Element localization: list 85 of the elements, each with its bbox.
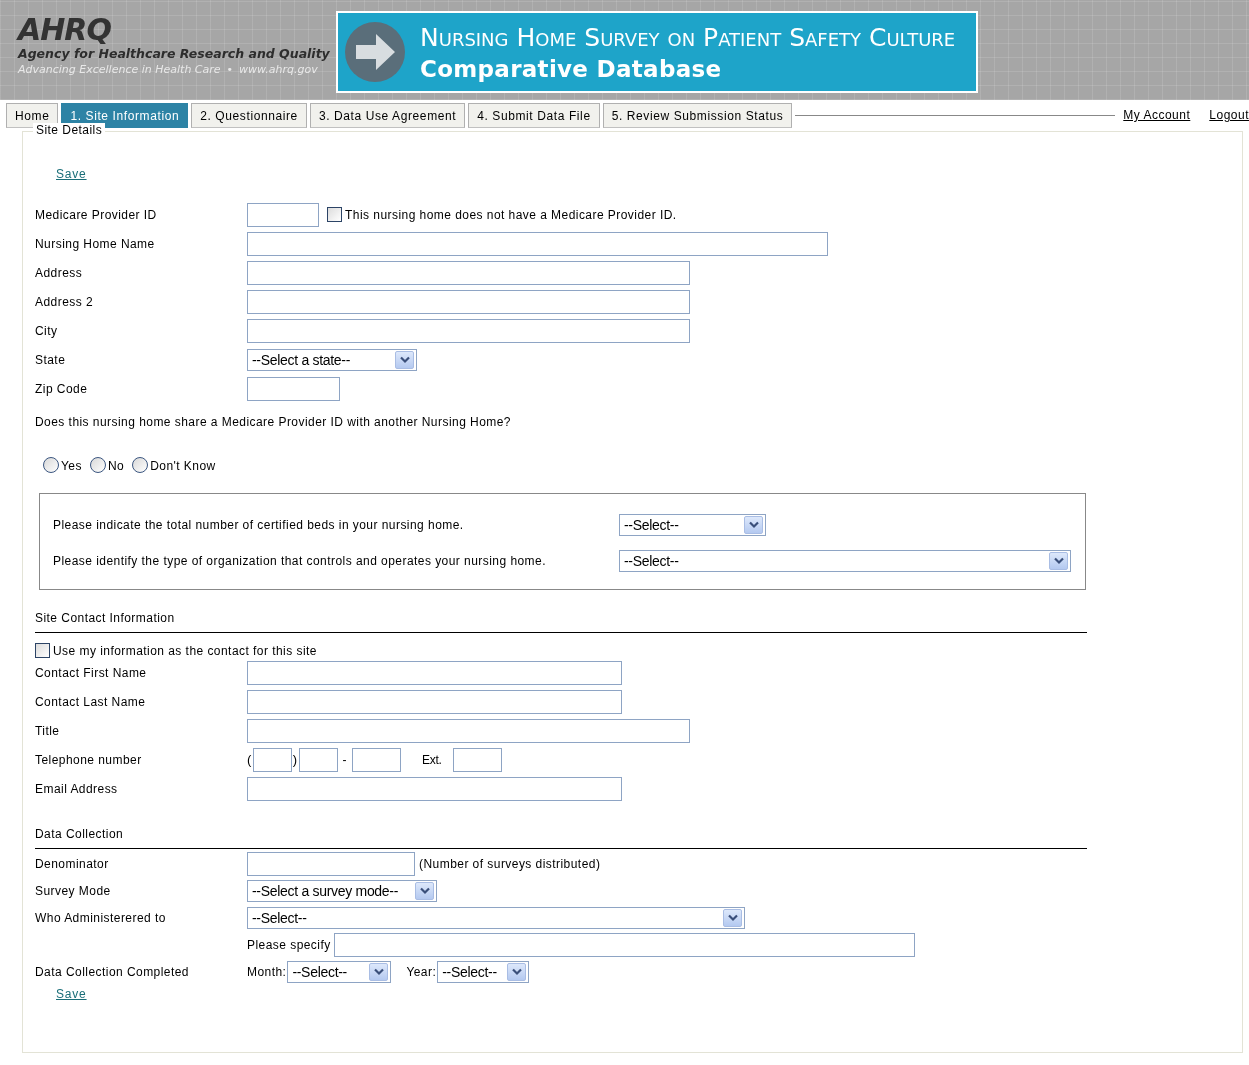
radio-button[interactable] (132, 457, 149, 473)
radio-label: No (107, 459, 125, 473)
nav-tab[interactable]: 5. Review Submission Status (602, 102, 793, 128)
text-field[interactable] (333, 932, 915, 957)
account-link[interactable]: My Account (1123, 108, 1191, 122)
field-label: Denominator (35, 856, 110, 871)
text-field[interactable] (452, 747, 502, 772)
phone-paren: ( (247, 752, 252, 767)
banner-title: Nursing Home Survey on Patient Safety Culture (420, 22, 956, 52)
account-link[interactable]: Logout (1209, 108, 1249, 122)
tagline: Advancing Excellence in Health Care (18, 63, 221, 76)
nav-tab[interactable]: 2. Questionnaire (191, 102, 307, 128)
field-label: Contact Last Name (35, 694, 147, 709)
nav-tab[interactable]: 3. Data Use Agreement (309, 102, 466, 128)
text-field[interactable] (247, 851, 415, 876)
select-field[interactable]: --Select a survey mode-- (247, 879, 437, 902)
section-heading: Data Collection (35, 827, 1087, 849)
logo[interactable]: AHRQ (18, 14, 336, 46)
radio-label: Yes (61, 459, 82, 473)
radio-label: Don't Know (150, 459, 216, 473)
save-link[interactable]: Save (56, 987, 87, 1001)
select-field[interactable]: --Select-- (619, 550, 1071, 572)
field-label: Address (35, 265, 84, 280)
field-label: Contact First Name (35, 665, 148, 680)
chevron-icon (511, 967, 522, 976)
field-label: Survey Mode (35, 883, 112, 898)
field-label: Who Administerered to (35, 910, 167, 925)
ext-label: Ext. (422, 752, 442, 767)
chevron-icon (373, 967, 384, 976)
field-note: (Number of surveys distributed) (419, 856, 601, 871)
radio-button[interactable] (43, 457, 59, 473)
panel-legend: Site Details (33, 123, 106, 137)
text-field[interactable] (247, 318, 690, 343)
checkbox-label: This nursing home does not have a Medicare Provider ID. (345, 208, 677, 222)
text-field[interactable] (247, 376, 340, 401)
field-label: Medicare Provider ID (35, 207, 158, 222)
nav-tab[interactable]: 4. Submit Data File (468, 102, 600, 128)
chevron-icon (727, 913, 738, 922)
field-label: Telephone number (35, 752, 143, 767)
chevron-icon (748, 521, 759, 529)
text-field[interactable] (247, 776, 622, 801)
text-field[interactable] (352, 747, 401, 772)
website-url: www.ahrq.gov (239, 63, 318, 76)
chevron-icon (399, 355, 410, 364)
question-text: Does this nursing home share a Medicare Provider ID with another Nursing Home? (35, 415, 512, 429)
text-field[interactable] (247, 231, 828, 256)
text-field[interactable] (252, 747, 292, 772)
field-label: Data Collection Completed (35, 964, 190, 979)
field-label: Address 2 (35, 294, 95, 309)
select-field[interactable]: --Select a state-- (247, 348, 417, 371)
field-label: Email Address (35, 781, 119, 796)
text-field[interactable] (247, 689, 622, 714)
text-field[interactable] (247, 718, 690, 743)
chevron-icon (1053, 557, 1064, 565)
checkbox[interactable] (327, 207, 342, 222)
checkbox-label: Use my information as the contact for this site (53, 644, 317, 658)
field-label: Zip Code (35, 381, 89, 396)
chevron-icon (419, 886, 430, 895)
select-field[interactable]: --Select-- (287, 960, 392, 983)
phone-paren: ) (292, 752, 298, 767)
checkbox[interactable] (35, 643, 50, 658)
field-label: Year: (406, 964, 437, 979)
text-field[interactable] (247, 660, 622, 685)
text-field[interactable] (247, 260, 690, 285)
text-field[interactable] (247, 202, 319, 227)
field-label: Nursing Home Name (35, 236, 156, 251)
agency-name: Agency for Healthcare Research and Quality (18, 46, 331, 61)
select-field[interactable]: --Select-- (619, 514, 766, 536)
phone-dash: - (342, 752, 347, 767)
field-label: Title (35, 723, 61, 738)
radio-button[interactable] (89, 457, 106, 473)
section-heading: Site Contact Information (35, 611, 1087, 633)
text-field[interactable] (298, 747, 338, 772)
field-label: Month: (247, 964, 287, 979)
save-link[interactable]: Save (56, 167, 87, 181)
banner-subtitle: Comparative Database (420, 55, 723, 82)
field-label: City (35, 323, 59, 338)
question-text: Please identify the type of organization that controls and operates your nursing home. (53, 554, 547, 568)
tagline-separator: • (226, 63, 234, 76)
question-text: Please indicate the total number of certified beds in your nursing home. (53, 518, 465, 532)
text-field[interactable] (247, 289, 690, 314)
field-label: Please specify (247, 937, 331, 952)
field-label: State (35, 352, 67, 367)
select-field[interactable]: --Select-- (247, 906, 745, 929)
select-field[interactable]: --Select-- (437, 960, 530, 983)
